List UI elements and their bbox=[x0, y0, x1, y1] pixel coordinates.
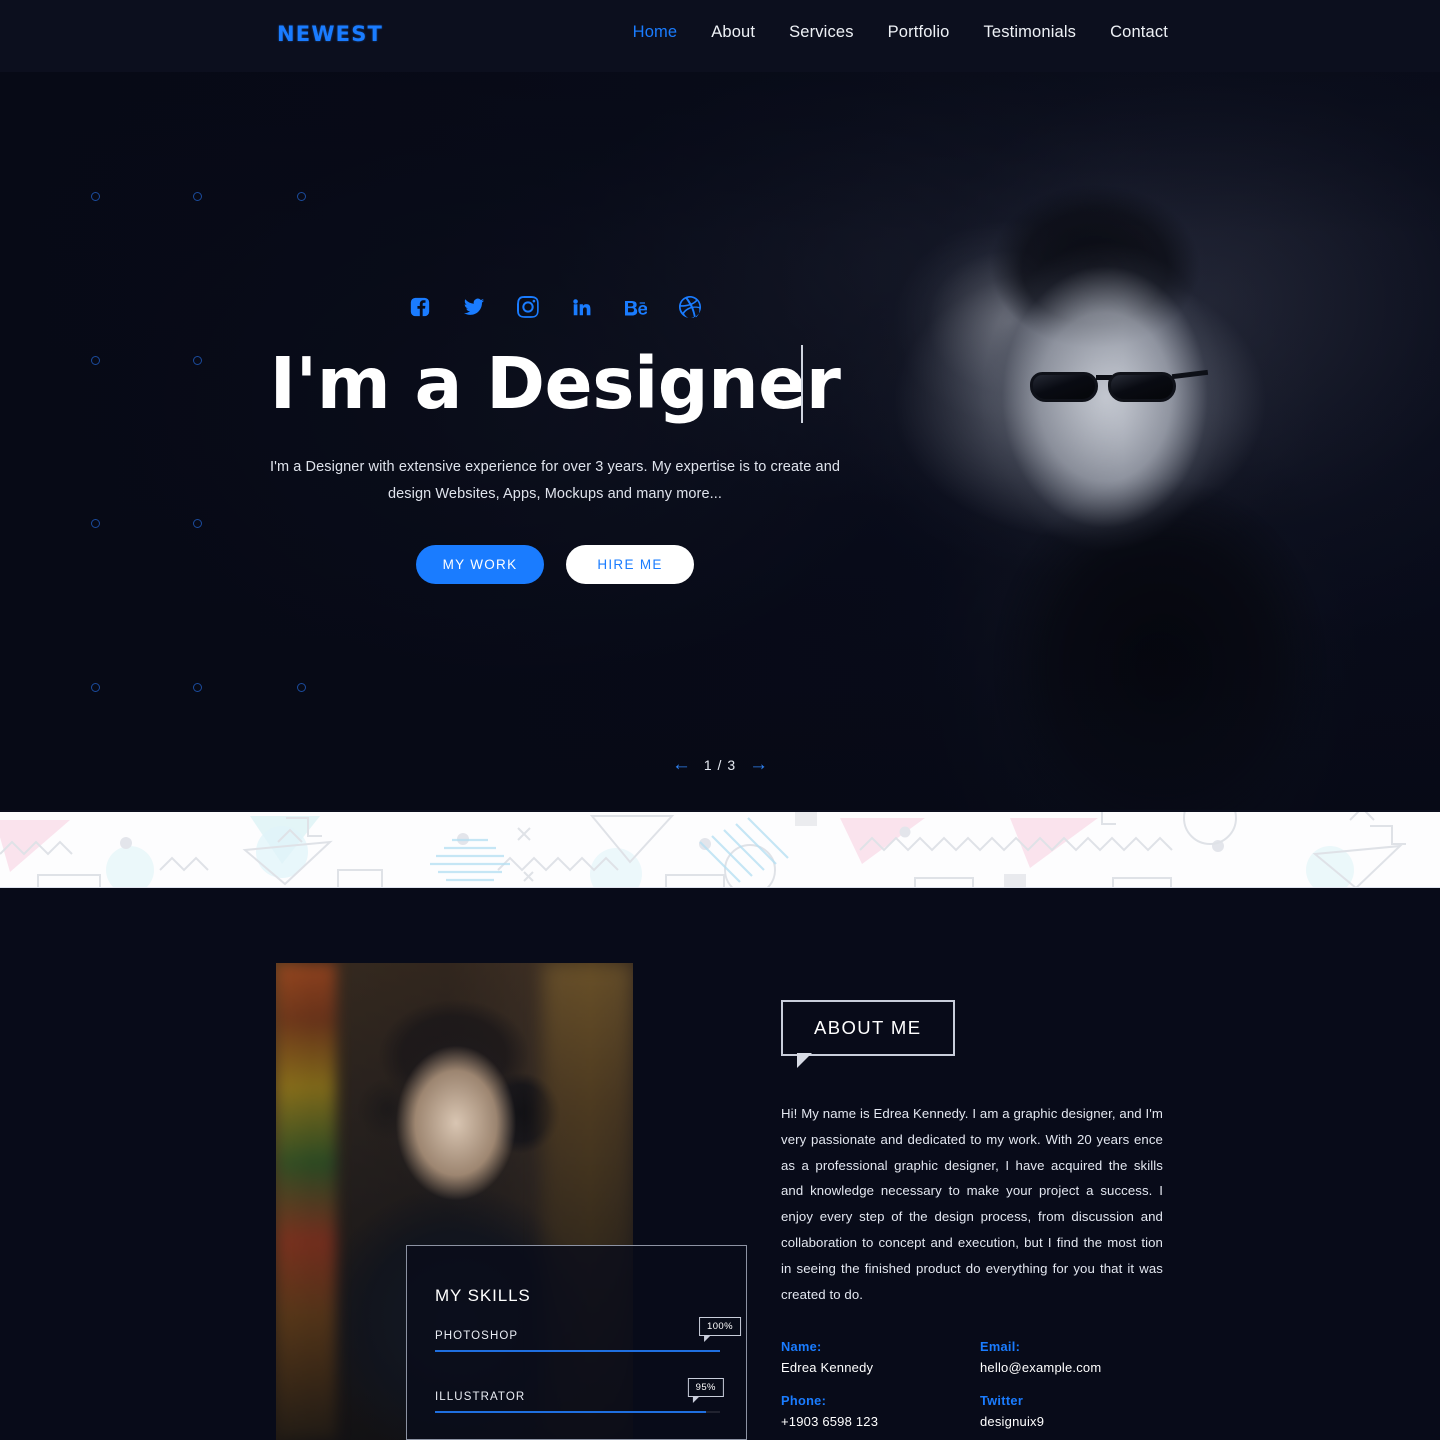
skill-label: PHOTOSHOP bbox=[435, 1330, 519, 1342]
my-skills-panel: MY SKILLS PHOTOSHOP 100% ILLUSTRATOR 95% bbox=[406, 1245, 747, 1440]
info-item-email: Email: hello@example.com bbox=[980, 1339, 1163, 1375]
skill-item-photoshop: PHOTOSHOP 100% bbox=[435, 1317, 741, 1352]
site-logo[interactable]: NEWEST bbox=[277, 22, 383, 46]
hero-section: I'm a Designer I'm a Designer with exten… bbox=[0, 72, 1440, 810]
twitter-icon[interactable] bbox=[461, 294, 487, 320]
info-label: Twitter bbox=[980, 1393, 1024, 1409]
skill-label: ILLUSTRATOR bbox=[435, 1391, 526, 1403]
nav-item-portfolio[interactable]: Portfolio bbox=[871, 23, 967, 42]
hero-social-links bbox=[0, 294, 1110, 320]
skill-value-badge: 100% bbox=[699, 1317, 741, 1342]
my-work-button[interactable]: MY WORK bbox=[416, 545, 544, 584]
hero-actions: MY WORK HIRE ME bbox=[0, 545, 1110, 584]
info-label: Phone: bbox=[781, 1393, 827, 1409]
skill-value-badge: 95% bbox=[687, 1378, 724, 1403]
info-value[interactable]: designuix9 bbox=[980, 1414, 1163, 1429]
decorative-dot-grid bbox=[0, 72, 1440, 810]
skills-title: MY SKILLS bbox=[435, 1286, 531, 1305]
site-header: NEWEST Home About Services Portfolio Tes… bbox=[0, 0, 1440, 72]
about-section: MY SKILLS PHOTOSHOP 100% ILLUSTRATOR 95%… bbox=[0, 888, 1440, 1440]
hire-me-button[interactable]: HIRE ME bbox=[566, 545, 694, 584]
linkedin-icon[interactable] bbox=[569, 294, 595, 320]
info-item-name: Name: Edrea Kennedy bbox=[781, 1339, 964, 1375]
hero-slider-nav: ← 1 / 3 → bbox=[0, 755, 1440, 774]
about-info-grid: Name: Edrea Kennedy Email: hello@example… bbox=[781, 1339, 1163, 1429]
info-value: +1903 6598 123 bbox=[781, 1414, 879, 1430]
about-paragraph: Hi! My name is Edrea Kennedy. I am a gra… bbox=[781, 1106, 1163, 1302]
behance-icon[interactable] bbox=[623, 294, 649, 320]
typing-caret bbox=[801, 345, 803, 423]
about-me-heading: ABOUT ME bbox=[781, 1000, 955, 1068]
memphis-pattern-divider bbox=[0, 810, 1440, 888]
skill-track: 95% bbox=[435, 1378, 724, 1413]
info-label: Email: bbox=[980, 1339, 1021, 1355]
nav-item-services[interactable]: Services bbox=[772, 23, 870, 42]
nav-item-home[interactable]: Home bbox=[616, 23, 695, 42]
info-value: Edrea Kennedy bbox=[781, 1360, 874, 1376]
nav-item-testimonials[interactable]: Testimonials bbox=[966, 23, 1093, 42]
hero-description: I'm a Designer with extensive experience… bbox=[269, 459, 841, 502]
instagram-icon[interactable] bbox=[515, 294, 541, 320]
nav-item-about[interactable]: About bbox=[694, 23, 772, 42]
nav-item-contact[interactable]: Contact bbox=[1093, 23, 1168, 42]
info-item-twitter: Twitter designuix9 bbox=[980, 1393, 1163, 1429]
about-content: ABOUT ME Hi! My name is Edrea Kennedy. I… bbox=[781, 1000, 1163, 1429]
skill-item-illustrator: ILLUSTRATOR 95% bbox=[435, 1378, 724, 1413]
slider-counter: 1 / 3 bbox=[703, 756, 737, 773]
hero-title: I'm a Designer bbox=[269, 342, 841, 425]
info-value[interactable]: hello@example.com bbox=[980, 1360, 1163, 1375]
slider-prev-arrow-icon[interactable]: ← bbox=[672, 755, 691, 774]
main-navigation: Home About Services Portfolio Testimonia… bbox=[616, 23, 1168, 42]
skill-track: 100% bbox=[435, 1317, 741, 1352]
slider-next-arrow-icon[interactable]: → bbox=[749, 755, 768, 774]
facebook-icon[interactable] bbox=[407, 294, 433, 320]
portfolio-page: NEWEST Home About Services Portfolio Tes… bbox=[0, 0, 1440, 1440]
dribbble-icon[interactable] bbox=[677, 294, 703, 320]
info-item-phone: Phone: +1903 6598 123 bbox=[781, 1393, 964, 1429]
info-label: Name: bbox=[781, 1339, 822, 1355]
